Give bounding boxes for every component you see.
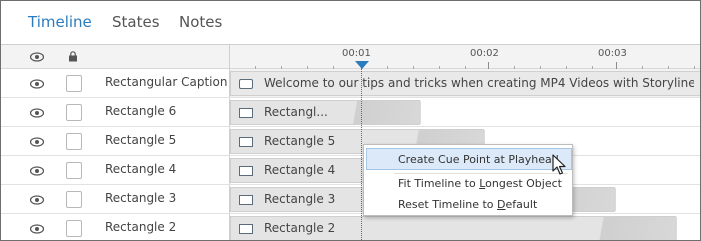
rectangle-icon xyxy=(239,166,253,176)
visibility-toggle[interactable] xyxy=(23,219,51,238)
eye-icon xyxy=(30,223,44,234)
object-name[interactable]: Rectangle 6 xyxy=(105,104,176,118)
bar-label: Welcome to our tips and tricks when crea… xyxy=(264,76,694,90)
lock-all-button[interactable] xyxy=(59,45,87,68)
eye-icon xyxy=(30,136,44,147)
ruler-label-1: 00:01 xyxy=(342,48,371,59)
ruler-label-2: 00:02 xyxy=(470,48,499,59)
object-name[interactable]: Rectangular Caption 1 xyxy=(105,75,239,89)
caption-icon xyxy=(239,79,253,89)
lock-checkbox[interactable] xyxy=(66,104,82,121)
timeline-row[interactable]: Rectangle 2 Rectangle 2 xyxy=(1,214,700,240)
timeline-row[interactable]: Rectangle 6 Rectangl... xyxy=(1,98,700,127)
eye-icon xyxy=(30,194,44,205)
rectangle-icon xyxy=(239,224,253,234)
eye-icon xyxy=(30,78,44,89)
visibility-toggle[interactable] xyxy=(23,74,51,93)
object-timeline-bar[interactable]: Rectangl... xyxy=(230,100,421,125)
lock-checkbox[interactable] xyxy=(66,220,82,237)
eye-icon xyxy=(30,165,44,176)
panel-tabs: Timeline States Notes xyxy=(1,1,700,45)
bar-label: Rectangle 2 xyxy=(264,221,336,235)
timeline-header: 00:01 00:02 00:03 xyxy=(1,44,700,69)
visibility-toggle[interactable] xyxy=(23,161,51,180)
timeline-row[interactable]: Rectangle 5 Rectangle 5 xyxy=(1,127,700,156)
object-name[interactable]: Rectangle 3 xyxy=(105,191,176,205)
bar-label: Rectangl... xyxy=(264,105,328,119)
tab-timeline[interactable]: Timeline xyxy=(28,13,92,31)
bar-label: Rectangle 3 xyxy=(264,192,336,206)
bar-label: Rectangle 4 xyxy=(264,163,336,177)
lock-checkbox[interactable] xyxy=(66,191,82,208)
playhead-handle[interactable] xyxy=(355,61,369,69)
visibility-toggle[interactable] xyxy=(23,103,51,122)
eye-icon xyxy=(30,107,44,118)
timeline-row[interactable]: Rectangle 3 Rectangle 3 xyxy=(1,185,700,214)
rectangle-icon xyxy=(239,137,253,147)
object-name[interactable]: Rectangle 2 xyxy=(105,220,176,234)
object-name[interactable]: Rectangle 4 xyxy=(105,162,176,176)
lock-checkbox[interactable] xyxy=(66,162,82,179)
timeline-row[interactable]: Rectangle 4 Rectangle 4 xyxy=(1,156,700,185)
rectangle-icon xyxy=(239,195,253,205)
lock-icon xyxy=(69,51,77,62)
time-ruler[interactable]: 00:01 00:02 00:03 xyxy=(230,45,700,69)
show-hide-all-button[interactable] xyxy=(23,45,51,68)
timeline-panel: Timeline States Notes 00:01 00:02 00:03 xyxy=(0,0,701,241)
timeline-context-menu: Create Cue Point at Playhead Fit Timelin… xyxy=(363,144,573,216)
lock-checkbox[interactable] xyxy=(66,133,82,150)
playhead-line xyxy=(361,68,362,240)
visibility-toggle[interactable] xyxy=(23,132,51,151)
object-timeline-bar[interactable]: Rectangle 2 xyxy=(230,216,677,240)
rectangle-icon xyxy=(239,108,253,118)
menu-item-fit-timeline[interactable]: Fit Timeline to Longest Object xyxy=(364,173,572,195)
lock-checkbox[interactable] xyxy=(66,75,82,92)
visibility-toggle[interactable] xyxy=(23,190,51,209)
mouse-cursor-icon xyxy=(552,154,566,175)
tab-notes[interactable]: Notes xyxy=(179,13,222,31)
object-timeline-bar[interactable]: Welcome to our tips and tricks when crea… xyxy=(230,71,700,96)
object-name[interactable]: Rectangle 5 xyxy=(105,133,176,147)
menu-item-create-cue-point[interactable]: Create Cue Point at Playhead xyxy=(366,148,572,170)
menu-item-reset-timeline[interactable]: Reset Timeline to Default xyxy=(364,194,572,216)
bar-label: Rectangle 5 xyxy=(264,134,336,148)
tab-states[interactable]: States xyxy=(112,13,160,31)
timeline-row[interactable]: Rectangular Caption 1 Welcome to our tip… xyxy=(1,69,700,98)
eye-icon xyxy=(30,51,44,62)
ruler-label-3: 00:03 xyxy=(598,48,627,59)
